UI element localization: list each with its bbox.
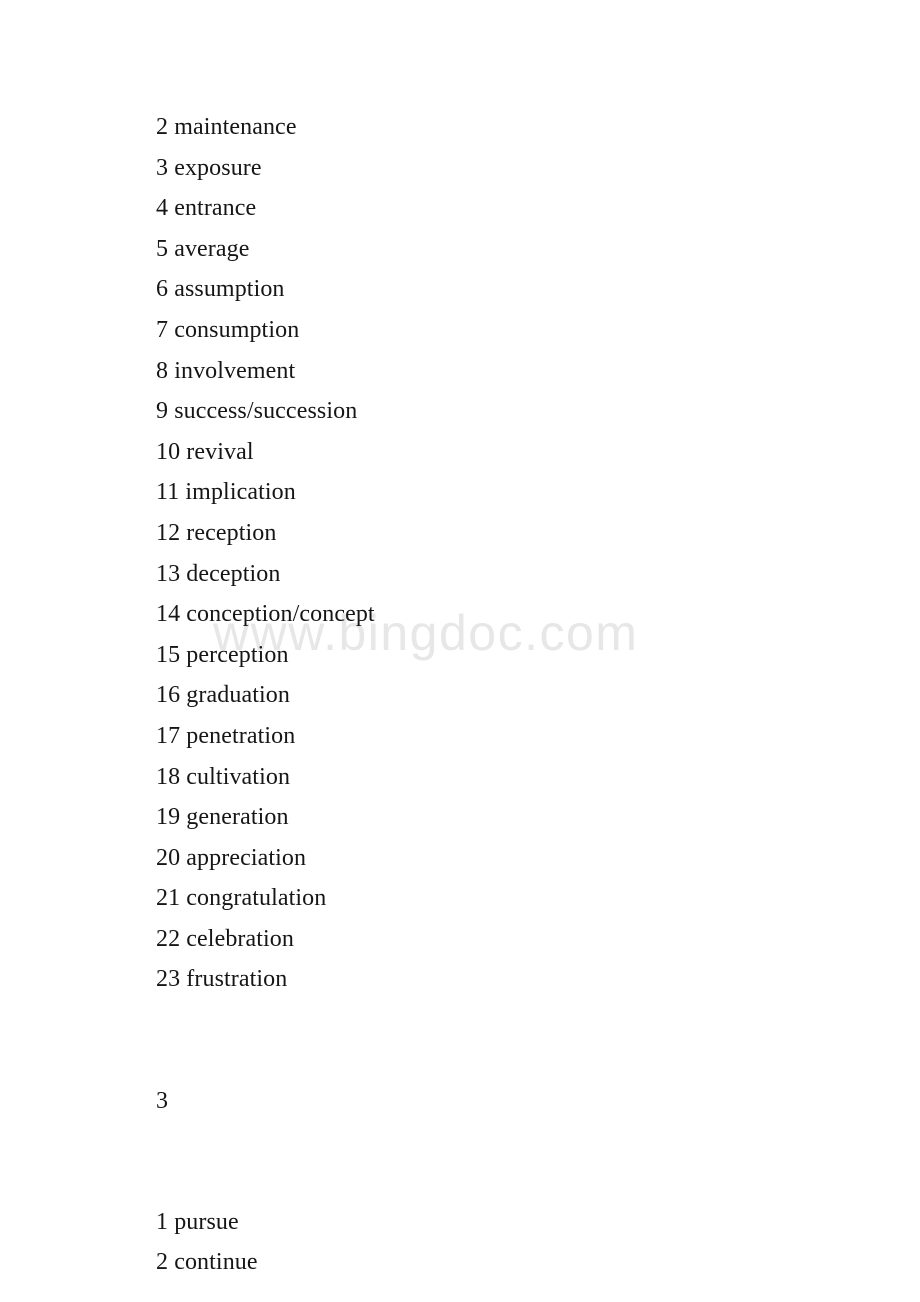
heading-gap bbox=[156, 1162, 856, 1202]
list-item: 9 success/succession bbox=[156, 398, 358, 425]
list-item: 23 frustration bbox=[156, 966, 288, 993]
list-item: 17 penetration bbox=[156, 722, 296, 749]
list-item: 2 continue bbox=[156, 1249, 258, 1276]
answer-list-section-one: 2 maintenance 3 exposure 4 entrance 5 av… bbox=[156, 107, 856, 1000]
list-item: 14 conception/concept bbox=[156, 601, 375, 628]
list-item: 7 consumption bbox=[156, 316, 300, 343]
heading-gap bbox=[156, 1121, 856, 1162]
list-item: 5 average bbox=[156, 235, 250, 262]
document-page: www.bingdoc.com 2 maintenance 3 exposure… bbox=[0, 0, 920, 1302]
list-item: 22 celebration bbox=[156, 925, 295, 952]
list-item: 6 assumption bbox=[156, 276, 285, 303]
list-item: 12 reception bbox=[156, 519, 277, 546]
list-item: 15 perception bbox=[156, 641, 289, 668]
list-item: 1 pursue bbox=[156, 1208, 239, 1235]
list-item: 16 graduation bbox=[156, 682, 290, 709]
list-item: 19 generation bbox=[156, 804, 289, 831]
list-item: 13 deception bbox=[156, 560, 281, 587]
list-item: 20 appreciation bbox=[156, 844, 307, 871]
list-item: 10 revival bbox=[156, 438, 254, 465]
section-heading: 3 bbox=[156, 1087, 169, 1114]
list-item: 8 involvement bbox=[156, 357, 296, 384]
answer-list-section-two: 1 pursue 2 continue bbox=[156, 1202, 856, 1283]
list-item: 21 congratulation bbox=[156, 885, 327, 912]
list-item: 4 entrance bbox=[156, 195, 257, 222]
list-item: 11 implication bbox=[156, 479, 296, 506]
list-item: 2 maintenance bbox=[156, 114, 297, 140]
document-body: 2 maintenance 3 exposure 4 entrance 5 av… bbox=[156, 107, 856, 1283]
list-item: 3 exposure bbox=[156, 154, 262, 181]
list-item: 18 cultivation bbox=[156, 763, 291, 790]
